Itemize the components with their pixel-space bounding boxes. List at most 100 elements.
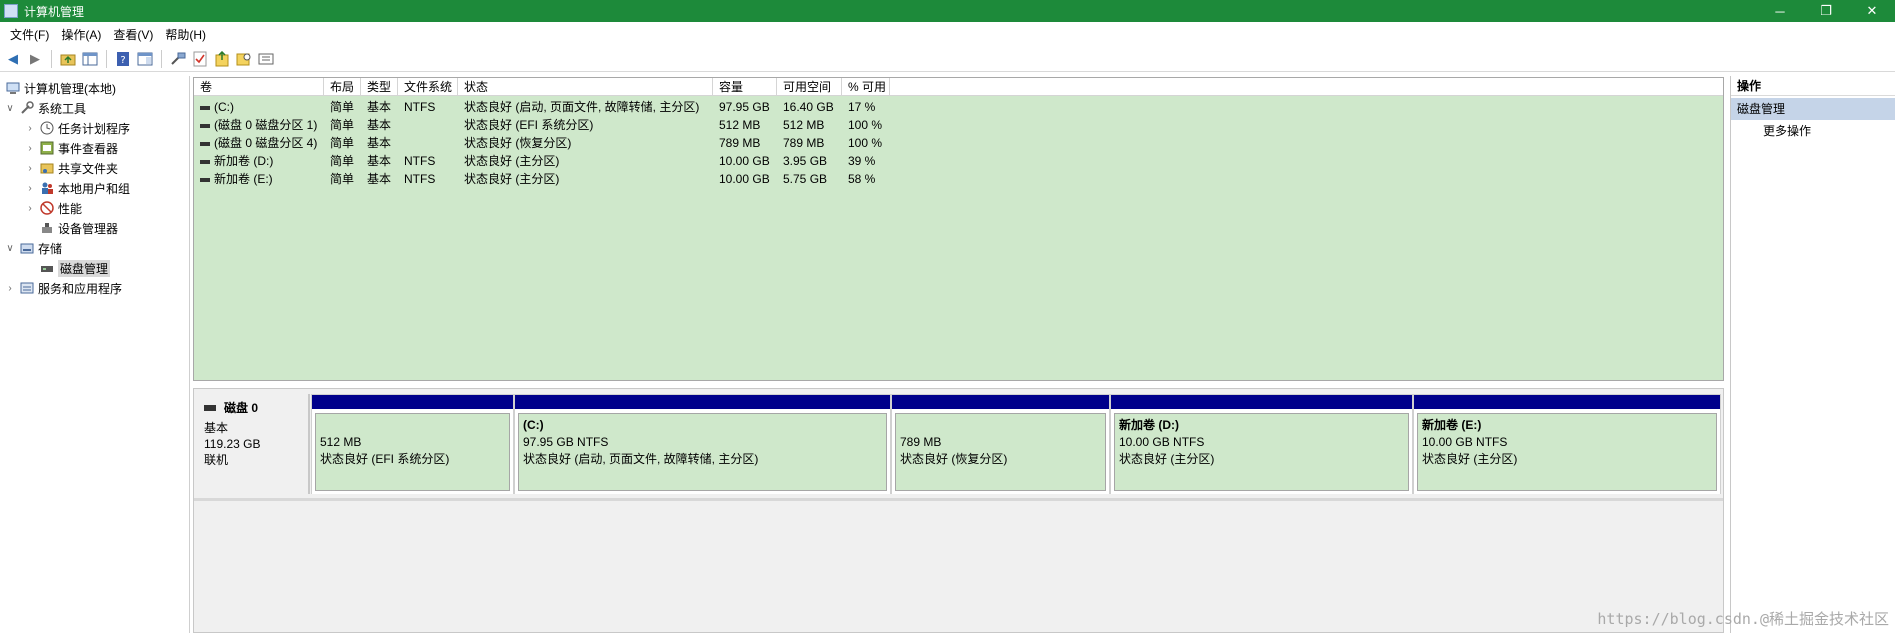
partition-body: (C:) 97.95 GB NTFS 状态良好 (启动, 页面文件, 故障转储,… xyxy=(518,413,887,491)
tree-item-shared-folders[interactable]: › 共享文件夹 xyxy=(24,159,118,177)
column-header-percent-free[interactable]: % 可用 xyxy=(842,78,890,96)
cell-type: 基本 xyxy=(367,118,392,132)
clock-icon xyxy=(39,121,55,135)
cell-capacity: 789 MB xyxy=(719,136,761,150)
column-header-volume[interactable]: 卷 xyxy=(194,78,324,96)
toolbar-separator xyxy=(161,49,162,68)
show-hide-tree-icon[interactable] xyxy=(81,50,99,68)
cell-filesystem: NTFS xyxy=(404,154,436,168)
table-row[interactable]: 新加卷 (D:) 简单 基本 NTFS 状态良好 (主分区) 10.00 GB … xyxy=(194,152,1723,170)
up-folder-icon[interactable] xyxy=(59,50,77,68)
menu-file[interactable]: 文件(F) xyxy=(4,26,55,43)
menu-help[interactable]: 帮助(H) xyxy=(159,26,212,43)
menu-action[interactable]: 操作(A) xyxy=(55,26,107,43)
cell-capacity: 10.00 GB xyxy=(719,154,770,168)
cell-layout: 简单 xyxy=(330,100,355,114)
more-actions-link[interactable]: 更多操作 xyxy=(1731,120,1895,142)
tree-item-label: 系统工具 xyxy=(38,101,87,116)
tree-item-performance[interactable]: › 性能 xyxy=(24,199,82,217)
help-icon[interactable]: ? xyxy=(114,50,132,68)
partition-header-bar xyxy=(312,395,513,409)
watermark: https://blog.csdn.@稀土掘金技术社区 xyxy=(1597,610,1889,628)
chevron-right-icon[interactable]: › xyxy=(4,283,16,294)
table-row[interactable]: 新加卷 (E:) 简单 基本 NTFS 状态良好 (主分区) 10.00 GB … xyxy=(194,170,1723,188)
partition-e[interactable]: 新加卷 (E:) 10.00 GB NTFS 状态良好 (主分区) xyxy=(1414,395,1720,494)
table-row[interactable]: (磁盘 0 磁盘分区 1) 简单 基本 状态良好 (EFI 系统分区) 512 … xyxy=(194,116,1723,134)
chevron-down-icon[interactable]: ∨ xyxy=(4,243,16,254)
partition-header-bar xyxy=(1111,395,1412,409)
tree-item-local-users[interactable]: › 本地用户和组 xyxy=(24,179,130,197)
menu-view[interactable]: 查看(V) xyxy=(107,26,159,43)
cell-layout: 简单 xyxy=(330,154,355,168)
properties-pane-icon[interactable] xyxy=(136,50,154,68)
column-header-layout[interactable]: 布局 xyxy=(324,78,361,96)
window-title: 计算机管理 xyxy=(24,4,85,19)
tree-item-root[interactable]: 计算机管理(本地) xyxy=(2,79,116,97)
tree-item-storage[interactable]: ∨ 存储 xyxy=(4,239,62,257)
view-list-icon[interactable] xyxy=(257,50,275,68)
column-header-status[interactable]: 状态 xyxy=(458,78,713,96)
tree-item-event-viewer[interactable]: › 事件查看器 xyxy=(24,139,118,157)
users-icon xyxy=(39,181,55,195)
back-icon[interactable]: ◀ xyxy=(4,50,22,68)
computer-management-icon xyxy=(5,81,21,95)
tree-item-device-manager[interactable]: 设备管理器 xyxy=(36,219,118,237)
window-controls: ─ ❐ ✕ xyxy=(1757,0,1895,22)
close-button[interactable]: ✕ xyxy=(1849,0,1895,22)
shared-folder-icon xyxy=(39,161,55,175)
cell-layout: 简单 xyxy=(330,118,355,132)
column-header-filesystem[interactable]: 文件系统 xyxy=(398,78,458,96)
chevron-right-icon[interactable]: › xyxy=(24,143,36,154)
chevron-right-icon[interactable]: › xyxy=(24,123,36,134)
cell-status: 状态良好 (主分区) xyxy=(464,172,560,186)
minimize-button[interactable]: ─ xyxy=(1757,0,1803,22)
partition-recovery[interactable]: 789 MB 状态良好 (恢复分区) xyxy=(892,395,1111,494)
chevron-right-icon[interactable]: › xyxy=(24,203,36,214)
drive-icon xyxy=(200,177,210,182)
tree-item-label: 服务和应用程序 xyxy=(38,281,123,296)
column-header-type[interactable]: 类型 xyxy=(361,78,398,96)
chevron-right-icon[interactable]: › xyxy=(24,183,36,194)
actions-section-disk-management[interactable]: 磁盘管理 xyxy=(1731,98,1895,120)
cell-type: 基本 xyxy=(367,154,392,168)
partition-d[interactable]: 新加卷 (D:) 10.00 GB NTFS 状态良好 (主分区) xyxy=(1111,395,1414,494)
tree-item-system-tools[interactable]: ∨ 系统工具 xyxy=(4,99,86,117)
cell-volume: (C:) xyxy=(194,98,234,116)
partition-size: 512 MB xyxy=(320,435,362,449)
divider xyxy=(194,498,1723,501)
connect-icon[interactable] xyxy=(169,50,187,68)
storage-icon xyxy=(19,241,35,255)
title-bar: 计算机管理 ─ ❐ ✕ xyxy=(0,0,1895,22)
column-header-free-space[interactable]: 可用空间 xyxy=(777,78,842,96)
partition-row: 512 MB 状态良好 (EFI 系统分区) (C:) 97.95 GB NTF… xyxy=(311,394,1721,494)
tree-item-services-apps[interactable]: › 服务和应用程序 xyxy=(4,279,122,297)
cell-percent-free: 100 % xyxy=(848,136,883,150)
partition-header-bar xyxy=(1414,395,1720,409)
forward-icon[interactable]: ▶ xyxy=(26,50,44,68)
cell-status: 状态良好 (启动, 页面文件, 故障转储, 主分区) xyxy=(464,100,700,114)
drive-icon xyxy=(200,123,210,128)
tree-item-label: 磁盘管理 xyxy=(58,259,111,277)
tree-item-label: 计算机管理(本地) xyxy=(24,81,116,96)
table-row[interactable]: (C:) 简单 基本 NTFS 状态良好 (启动, 页面文件, 故障转储, 主分… xyxy=(194,98,1723,116)
restore-button[interactable]: ❐ xyxy=(1803,0,1849,22)
tree-item-disk-management[interactable]: 磁盘管理 xyxy=(36,259,111,277)
disk-info-panel[interactable]: 磁盘 0 基本 119.23 GB 联机 xyxy=(196,394,310,494)
export-icon[interactable] xyxy=(213,50,231,68)
table-row[interactable]: (磁盘 0 磁盘分区 4) 简单 基本 状态良好 (恢复分区) 789 MB 7… xyxy=(194,134,1723,152)
cell-percent-free: 39 % xyxy=(848,154,876,168)
partition-status: 状态良好 (启动, 页面文件, 故障转储, 主分区) xyxy=(523,452,759,466)
cell-volume: (磁盘 0 磁盘分区 1) xyxy=(194,116,317,134)
chevron-right-icon[interactable]: › xyxy=(24,163,36,174)
check-icon[interactable] xyxy=(191,50,209,68)
column-header-capacity[interactable]: 容量 xyxy=(713,78,777,96)
chevron-down-icon[interactable]: ∨ xyxy=(4,103,16,114)
partition-efi[interactable]: 512 MB 状态良好 (EFI 系统分区) xyxy=(312,395,515,494)
search-icon[interactable] xyxy=(235,50,253,68)
partition-name xyxy=(320,417,505,434)
tree-item-task-scheduler[interactable]: › 任务计划程序 xyxy=(24,119,130,137)
partition-c[interactable]: (C:) 97.95 GB NTFS 状态良好 (启动, 页面文件, 故障转储,… xyxy=(515,395,892,494)
partition-name: 新加卷 (E:) xyxy=(1422,418,1482,432)
toolbar-separator xyxy=(51,49,52,68)
menu-bar: 文件(F) 操作(A) 查看(V) 帮助(H) xyxy=(0,22,1895,46)
